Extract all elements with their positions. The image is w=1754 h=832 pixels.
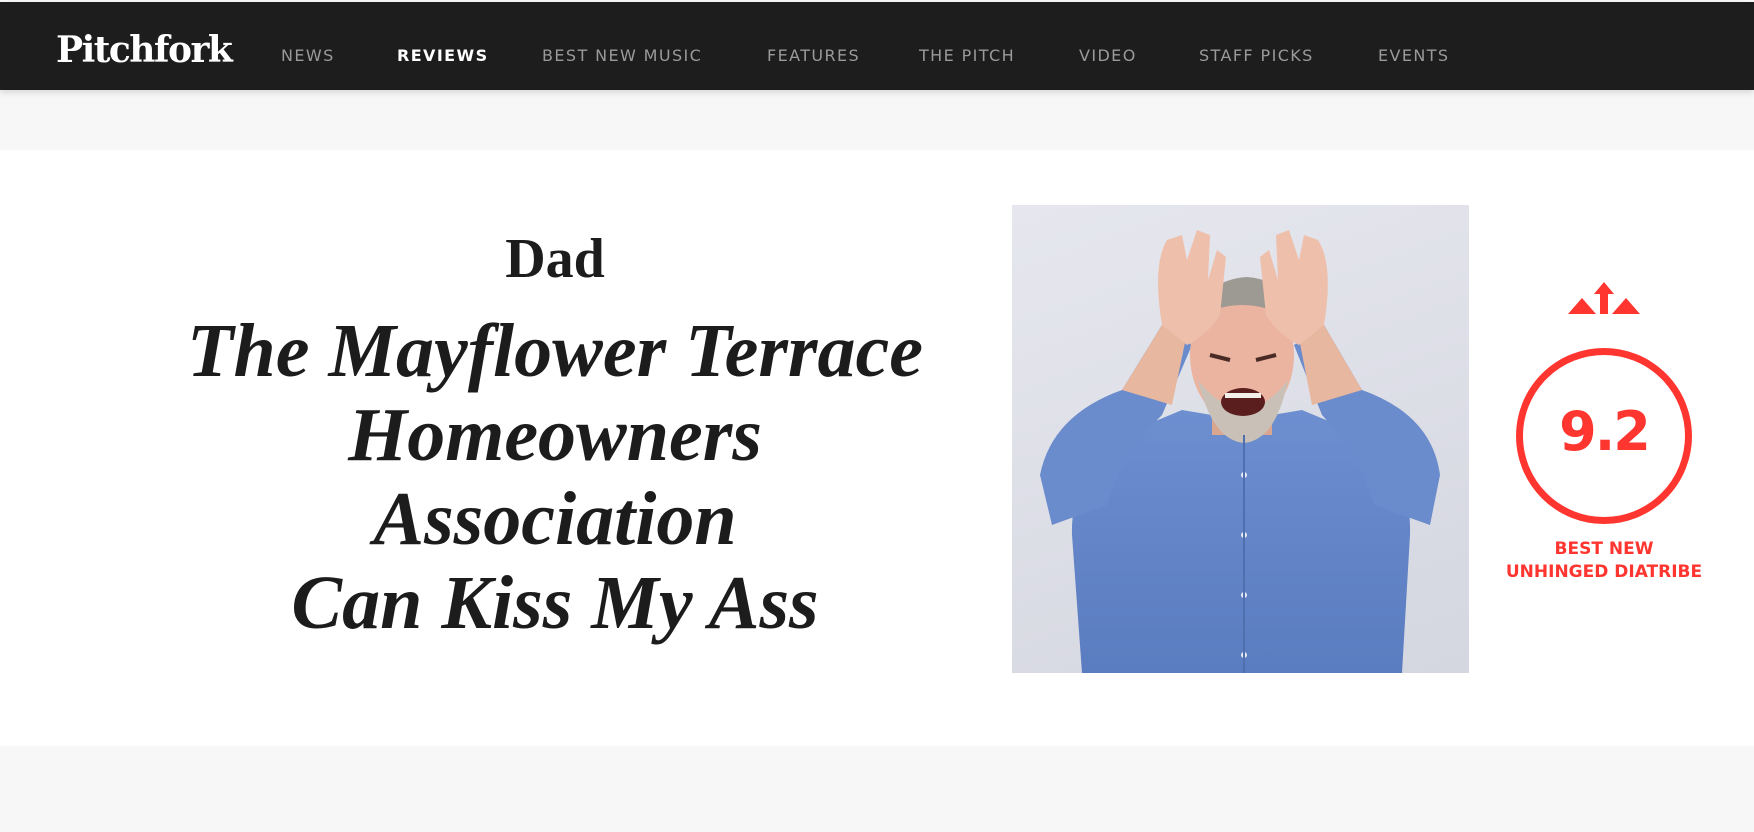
best-new-label-line: BEST NEW <box>1554 539 1654 559</box>
review-header: Dad The Mayflower Terrace Homeowners Ass… <box>0 150 1754 746</box>
nav-the-pitch[interactable]: THE PITCH <box>919 48 1015 64</box>
up-arrow-icon <box>1568 282 1640 314</box>
pitchfork-logo[interactable]: Pitchfork <box>56 32 233 68</box>
nav-features[interactable]: FEATURES <box>767 48 860 64</box>
score-badge: 9.2 BEST NEW UNHINGED DIATRIBE <box>1500 280 1708 590</box>
nav-video[interactable]: VIDEO <box>1079 48 1137 64</box>
top-navbar: Pitchfork NEWS REVIEWS BEST NEW MUSIC FE… <box>0 2 1754 90</box>
review-title-block: Dad The Mayflower Terrace Homeowners Ass… <box>160 230 950 645</box>
score-circle: 9.2 <box>1516 348 1692 524</box>
nav-events[interactable]: EVENTS <box>1378 48 1449 64</box>
best-new-label[interactable]: BEST NEW UNHINGED DIATRIBE <box>1500 538 1708 584</box>
album-title: The Mayflower Terrace Homeowners Associa… <box>160 309 950 645</box>
angry-man-illustration <box>1040 230 1440 673</box>
album-title-line: The Mayflower Terrace <box>187 308 923 393</box>
nav-reviews[interactable]: REVIEWS <box>397 48 489 64</box>
artist-name[interactable]: Dad <box>160 230 950 289</box>
album-cover-image <box>1012 205 1469 673</box>
album-title-line: Homeowners <box>348 392 762 477</box>
score-value: 9.2 <box>1559 400 1651 463</box>
nav-best-new-music[interactable]: BEST NEW MUSIC <box>542 48 702 64</box>
best-new-label-line: UNHINGED DIATRIBE <box>1505 562 1703 582</box>
nav-staff-picks[interactable]: STAFF PICKS <box>1199 48 1314 64</box>
nav-news[interactable]: NEWS <box>281 48 335 64</box>
album-title-line: Can Kiss My Ass <box>291 560 819 645</box>
album-title-line: Association <box>373 476 737 561</box>
